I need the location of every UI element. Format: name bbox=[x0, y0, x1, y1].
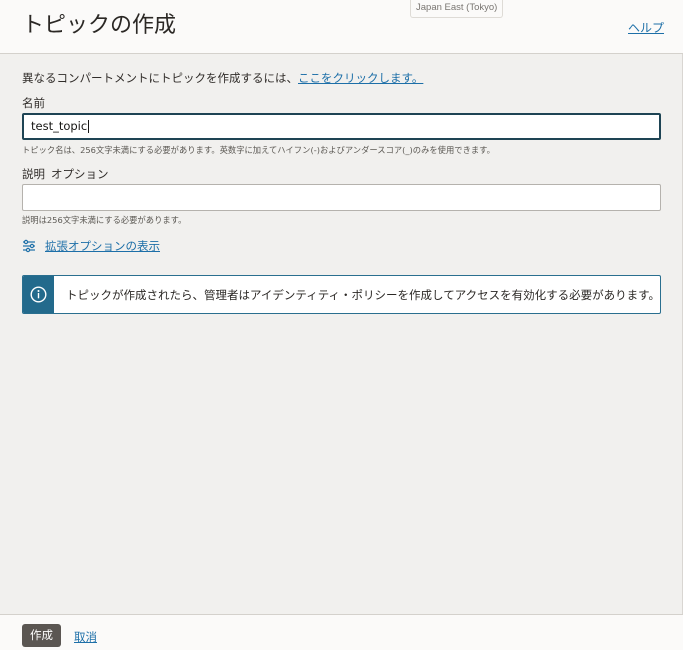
show-advanced-options-label: 拡張オプションの表示 bbox=[45, 239, 160, 253]
info-message-text: トピックが作成されたら、管理者はアイデンティティ・ポリシーを作成してアクセスを有… bbox=[66, 288, 660, 302]
help-link[interactable]: ヘルプ bbox=[628, 19, 664, 36]
page-title: トピックの作成 bbox=[22, 13, 177, 38]
info-message: トピックが作成されたら、管理者はアイデンティティ・ポリシーを作成してアクセスを有… bbox=[22, 275, 661, 314]
name-label: 名前 bbox=[22, 96, 45, 110]
description-label: 説明 オプション bbox=[22, 167, 109, 181]
description-label-text: 説明 bbox=[22, 167, 45, 181]
info-icon bbox=[30, 286, 47, 303]
change-compartment-link[interactable]: ここをクリックします。 bbox=[298, 71, 423, 85]
compartment-intro-text: 異なるコンパートメントにトピックを作成するには、 bbox=[22, 71, 298, 85]
text-caret bbox=[88, 120, 90, 133]
cancel-link[interactable]: 取消 bbox=[74, 629, 97, 645]
name-hint: トピック名は、256文字未満にする必要があります。英数字に加えてハイフン(-)お… bbox=[22, 145, 495, 155]
create-topic-panel: トピックの作成 Japan East (Tokyo) ヘルプ 異なるコンパートメ… bbox=[0, 0, 683, 650]
compartment-intro: 異なるコンパートメントにトピックを作成するには、ここをクリックします。 bbox=[22, 71, 423, 85]
panel-footer: 作成 取消 bbox=[0, 614, 683, 650]
name-label-text: 名前 bbox=[22, 96, 45, 110]
name-input[interactable]: test_topic bbox=[22, 113, 661, 140]
info-stripe bbox=[23, 276, 54, 313]
region-tooltip: Japan East (Tokyo) bbox=[410, 0, 504, 18]
optional-label: オプション bbox=[51, 167, 109, 181]
name-input-value: test_topic bbox=[31, 119, 88, 133]
panel-header: トピックの作成 Japan East (Tokyo) ヘルプ bbox=[0, 0, 683, 54]
description-hint: 説明は256文字未満にする必要があります。 bbox=[22, 215, 187, 225]
show-advanced-options[interactable]: 拡張オプションの表示 bbox=[22, 238, 160, 254]
description-input[interactable] bbox=[22, 184, 661, 211]
create-button[interactable]: 作成 bbox=[22, 624, 61, 647]
sliders-icon bbox=[23, 239, 35, 253]
